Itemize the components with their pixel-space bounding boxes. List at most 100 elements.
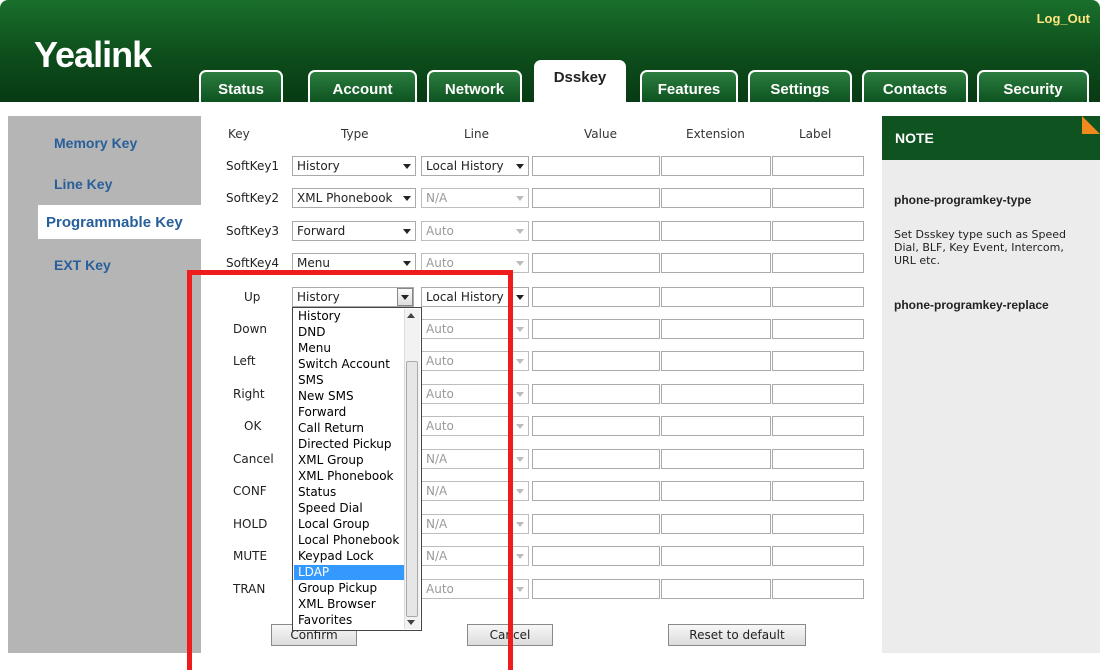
tab-network[interactable]: Network (427, 70, 522, 102)
extension-input[interactable] (661, 188, 771, 208)
annotation-red-box (187, 270, 513, 670)
column-header: Line (464, 127, 490, 141)
tab-status[interactable]: Status (199, 70, 283, 102)
line-select[interactable]: Auto (421, 221, 529, 241)
label-input[interactable] (772, 449, 864, 469)
nav-line-key[interactable]: Line Key (54, 176, 112, 192)
row-key-label: SoftKey2 (226, 191, 280, 205)
label-input[interactable] (772, 188, 864, 208)
type-select[interactable]: Forward (292, 221, 416, 241)
extension-input[interactable] (661, 253, 771, 273)
value-input[interactable] (532, 221, 660, 241)
logout-link[interactable]: Log_Out (1037, 11, 1090, 26)
extension-input[interactable] (661, 319, 771, 339)
content-band (0, 102, 1100, 116)
extension-input[interactable] (661, 579, 771, 599)
label-input[interactable] (772, 156, 864, 176)
value-input[interactable] (532, 253, 660, 273)
line-select-value: Auto (426, 224, 454, 238)
type-select-value: Forward (297, 224, 346, 238)
row-key-label: SoftKey4 (226, 256, 280, 270)
value-input[interactable] (532, 351, 660, 371)
value-input[interactable] (532, 449, 660, 469)
line-select[interactable]: N/A (421, 188, 529, 208)
value-input[interactable] (532, 287, 660, 307)
value-input[interactable] (532, 384, 660, 404)
row-key-label: SoftKey1 (226, 159, 280, 173)
extension-input[interactable] (661, 156, 771, 176)
column-header: Label (799, 127, 832, 141)
chevron-down-icon (516, 229, 524, 234)
type-select-value: XML Phonebook (297, 191, 393, 205)
label-input[interactable] (772, 319, 864, 339)
chevron-down-icon (403, 164, 411, 169)
tab-contacts[interactable]: Contacts (862, 70, 968, 102)
chevron-down-icon (516, 359, 524, 364)
chevron-down-icon (403, 196, 411, 201)
type-select[interactable]: XML Phonebook (292, 188, 416, 208)
value-input[interactable] (532, 579, 660, 599)
note-item-desc: Set Dsskey type such as Speed Dial, BLF,… (894, 228, 1066, 267)
value-input[interactable] (532, 546, 660, 566)
label-input[interactable] (772, 546, 864, 566)
nav-memory-key[interactable]: Memory Key (54, 135, 137, 151)
row-key-label: SoftKey3 (226, 224, 280, 238)
label-input[interactable] (772, 579, 864, 599)
type-select-value: Menu (297, 256, 330, 270)
extension-input[interactable] (661, 287, 771, 307)
chevron-down-icon (516, 554, 524, 559)
extension-input[interactable] (661, 449, 771, 469)
chevron-down-icon (516, 196, 524, 201)
chevron-down-icon (516, 587, 524, 592)
line-select-value: Local History (426, 159, 504, 173)
label-input[interactable] (772, 287, 864, 307)
column-header: Extension (686, 127, 745, 141)
nav-ext-key[interactable]: EXT Key (54, 257, 111, 273)
nav-programmable-key[interactable]: Programmable Key (38, 205, 218, 239)
label-input[interactable] (772, 514, 864, 534)
label-input[interactable] (772, 351, 864, 371)
extension-input[interactable] (661, 481, 771, 501)
extension-input[interactable] (661, 351, 771, 371)
line-select[interactable]: Local History (421, 156, 529, 176)
note-item-title: phone-programkey-replace (894, 298, 1049, 312)
label-input[interactable] (772, 253, 864, 273)
tab-dsskey[interactable]: Dsskey (534, 60, 626, 104)
tab-settings[interactable]: Settings (748, 70, 852, 102)
value-input[interactable] (532, 416, 660, 436)
column-header: Value (584, 127, 617, 141)
value-input[interactable] (532, 156, 660, 176)
value-input[interactable] (532, 188, 660, 208)
extension-input[interactable] (661, 384, 771, 404)
extension-input[interactable] (661, 546, 771, 566)
chevron-down-icon (403, 229, 411, 234)
chevron-down-icon (516, 327, 524, 332)
note-sidebar: NOTE phone-programkey-type Set Dsskey ty… (882, 116, 1100, 653)
chevron-down-icon (516, 295, 524, 300)
column-header: Type (341, 127, 369, 141)
label-input[interactable] (772, 384, 864, 404)
line-select-value: N/A (426, 191, 448, 205)
value-input[interactable] (532, 319, 660, 339)
extension-input[interactable] (661, 416, 771, 436)
type-select[interactable]: History (292, 156, 416, 176)
extension-input[interactable] (661, 514, 771, 534)
tab-security[interactable]: Security (977, 70, 1089, 102)
label-input[interactable] (772, 416, 864, 436)
tab-features[interactable]: Features (640, 70, 738, 102)
extension-input[interactable] (661, 221, 771, 241)
chevron-down-icon (516, 424, 524, 429)
value-input[interactable] (532, 514, 660, 534)
value-input[interactable] (532, 481, 660, 501)
label-input[interactable] (772, 481, 864, 501)
tab-account[interactable]: Account (308, 70, 417, 102)
chevron-down-icon (516, 164, 524, 169)
note-header: NOTE (882, 116, 1100, 160)
chevron-down-icon (516, 522, 524, 527)
line-select-value: Auto (426, 256, 454, 270)
column-header: Key (228, 127, 250, 141)
type-select-value: History (297, 159, 340, 173)
chevron-down-icon (516, 261, 524, 266)
label-input[interactable] (772, 221, 864, 241)
reset-default-button[interactable]: Reset to default (668, 624, 806, 646)
